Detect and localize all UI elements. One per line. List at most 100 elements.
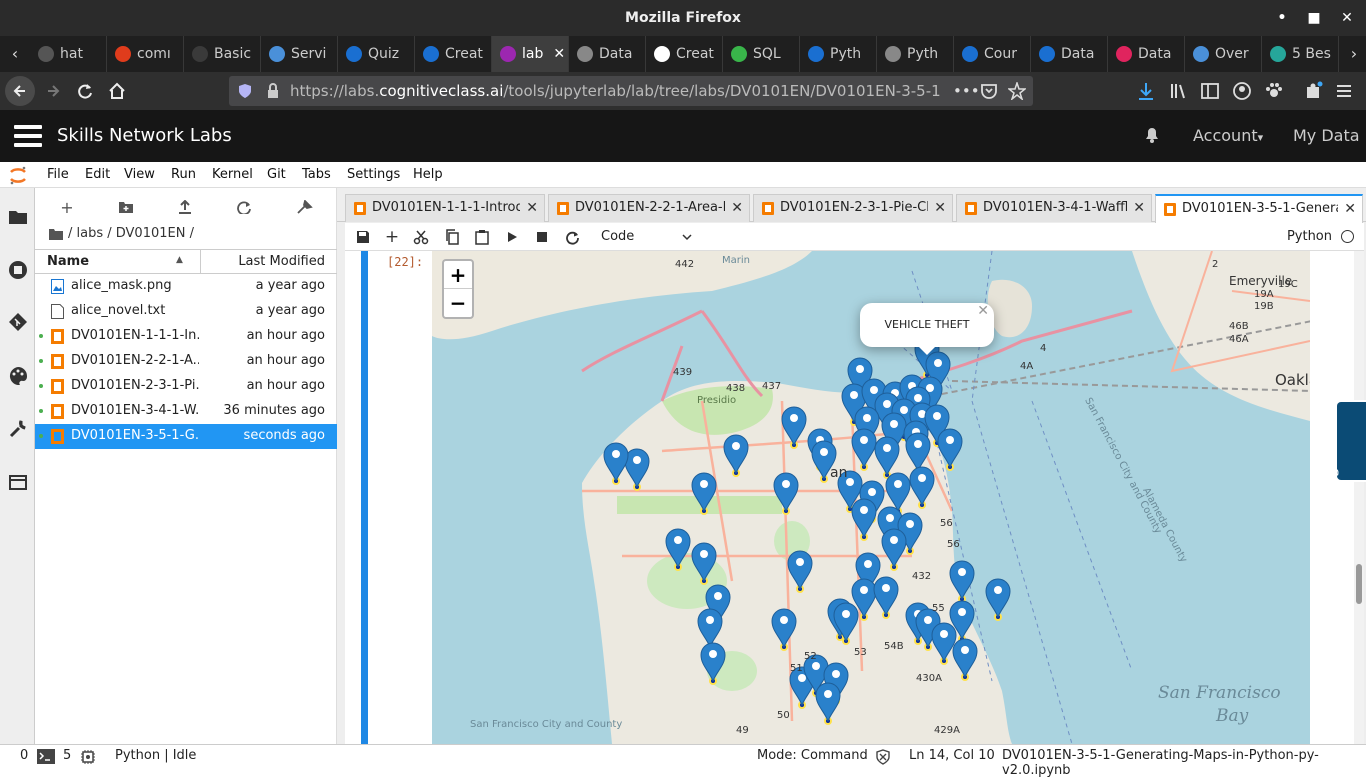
kernel-name[interactable]: Python bbox=[1287, 229, 1332, 244]
map-marker-icon[interactable] bbox=[814, 681, 842, 725]
close-tab-button[interactable]: ✕ bbox=[1344, 196, 1356, 222]
refresh-icon[interactable] bbox=[233, 200, 255, 214]
restart-icon[interactable] bbox=[564, 229, 580, 245]
terminal-count[interactable]: 0 bbox=[20, 748, 28, 763]
minimize-button[interactable]: • bbox=[1271, 0, 1293, 36]
menu-settings[interactable]: Settings bbox=[347, 162, 400, 188]
downloads-icon[interactable] bbox=[1136, 81, 1156, 101]
close-tab-button[interactable]: ✕ bbox=[1133, 195, 1145, 221]
folder-icon[interactable] bbox=[49, 228, 63, 240]
map-marker-icon[interactable] bbox=[780, 405, 808, 449]
menu-view[interactable]: View bbox=[124, 162, 155, 188]
extension-paw-icon[interactable] bbox=[1264, 81, 1284, 101]
add-cell-button[interactable]: + bbox=[384, 229, 400, 246]
close-tab-button[interactable]: ✕ bbox=[526, 195, 538, 221]
file-row[interactable]: DV0101EN-1-1-1-In... an hour ago bbox=[35, 324, 337, 349]
menu-kernel[interactable]: Kernel bbox=[212, 162, 253, 188]
account-menu[interactable]: Account▾ bbox=[1193, 110, 1263, 164]
palette-icon[interactable] bbox=[8, 366, 28, 386]
map-marker-icon[interactable] bbox=[690, 471, 718, 515]
shield-icon[interactable] bbox=[237, 83, 253, 99]
lock-icon[interactable] bbox=[266, 83, 280, 99]
kernel-status[interactable]: Python | Idle bbox=[115, 748, 196, 763]
browser-tab[interactable]: comı bbox=[107, 36, 184, 72]
browser-tab[interactable]: 5 Bes bbox=[1262, 36, 1339, 72]
notebook-tab[interactable]: DV0101EN-1-1-1-Introduc ✕ bbox=[345, 194, 545, 222]
copy-icon[interactable] bbox=[444, 229, 460, 245]
close-tab-button[interactable]: ✕ bbox=[553, 46, 565, 62]
map-marker-icon[interactable] bbox=[948, 559, 976, 603]
map-marker-icon[interactable] bbox=[690, 541, 718, 585]
menu-file[interactable]: File bbox=[47, 162, 69, 188]
back-button[interactable] bbox=[5, 76, 35, 106]
paste-icon[interactable] bbox=[474, 229, 490, 245]
notebook-tab[interactable]: DV0101EN-2-2-1-Area-Pl ✕ bbox=[548, 194, 750, 222]
close-tab-button[interactable]: ✕ bbox=[731, 195, 743, 221]
browser-tab[interactable]: Quiz bbox=[338, 36, 415, 72]
browser-tab[interactable]: Pyth bbox=[800, 36, 877, 72]
browser-tab[interactable]: Basic bbox=[184, 36, 261, 72]
scrollbar-thumb[interactable] bbox=[1356, 564, 1362, 604]
map-marker-icon[interactable] bbox=[699, 641, 727, 685]
browser-tab[interactable]: SQL bbox=[723, 36, 800, 72]
menu-run[interactable]: Run bbox=[171, 162, 196, 188]
map-marker-icon[interactable] bbox=[936, 427, 964, 471]
file-row[interactable]: DV0101EN-3-4-1-W... 36 minutes ago bbox=[35, 399, 337, 424]
tabs-icon[interactable] bbox=[8, 472, 28, 492]
save-icon[interactable] bbox=[355, 229, 371, 245]
browser-tab[interactable]: Data bbox=[569, 36, 646, 72]
pocket-icon[interactable] bbox=[980, 82, 998, 100]
cursor-position[interactable]: Ln 14, Col 10 bbox=[909, 748, 995, 763]
zoom-out-button[interactable]: − bbox=[444, 289, 472, 317]
notification-bell-icon[interactable] bbox=[1142, 124, 1162, 144]
browser-tab[interactable]: Over bbox=[1185, 36, 1262, 72]
map-marker-icon[interactable] bbox=[908, 465, 936, 509]
menu-edit[interactable]: Edit bbox=[85, 162, 110, 188]
menu-git[interactable]: Git bbox=[267, 162, 286, 188]
tab-scroll-right-button[interactable]: › bbox=[1339, 36, 1366, 72]
map-marker-icon[interactable] bbox=[772, 471, 800, 515]
map-marker-icon[interactable] bbox=[770, 607, 798, 651]
menu-icon[interactable] bbox=[1334, 81, 1354, 101]
reload-button[interactable] bbox=[70, 76, 100, 106]
running-sessions-icon[interactable] bbox=[8, 260, 28, 280]
name-column-header[interactable]: Name bbox=[47, 254, 89, 269]
trusted-shield-icon[interactable] bbox=[875, 749, 891, 765]
wrench-icon[interactable] bbox=[8, 419, 28, 439]
upload-icon[interactable] bbox=[174, 200, 196, 214]
run-icon[interactable] bbox=[504, 229, 520, 245]
my-data-link[interactable]: My Data bbox=[1293, 110, 1360, 162]
browser-tab[interactable]: Cour bbox=[954, 36, 1031, 72]
map-marker-icon[interactable] bbox=[832, 601, 860, 645]
zoom-in-button[interactable]: + bbox=[444, 261, 472, 289]
forward-button[interactable] bbox=[38, 76, 68, 106]
support-tab[interactable]: Support bbox=[1324, 400, 1366, 523]
home-button[interactable] bbox=[102, 76, 132, 106]
modified-column-header[interactable]: Last Modified bbox=[238, 254, 325, 269]
bookmark-star-icon[interactable] bbox=[1008, 82, 1026, 100]
map-marker-icon[interactable] bbox=[664, 527, 692, 571]
map-marker-icon[interactable] bbox=[880, 527, 908, 571]
new-folder-icon[interactable] bbox=[115, 200, 137, 214]
extensions-puzzle-icon[interactable] bbox=[1304, 81, 1324, 101]
map-marker-icon[interactable] bbox=[872, 575, 900, 619]
breadcrumb-path[interactable]: / labs / DV0101EN / bbox=[68, 226, 194, 241]
file-row[interactable]: DV0101EN-2-2-1-A... an hour ago bbox=[35, 349, 337, 374]
map-marker-icon[interactable] bbox=[850, 497, 878, 541]
close-window-button[interactable]: ✕ bbox=[1336, 0, 1358, 36]
menu-tabs[interactable]: Tabs bbox=[302, 162, 331, 188]
browser-tab[interactable]: Pyth bbox=[877, 36, 954, 72]
account-icon[interactable] bbox=[1232, 81, 1252, 101]
git-icon[interactable] bbox=[8, 312, 28, 332]
browser-tab[interactable]: Creat bbox=[646, 36, 723, 72]
menu-help[interactable]: Help bbox=[413, 162, 443, 188]
map-marker-icon[interactable] bbox=[602, 441, 630, 485]
sidebar-icon[interactable] bbox=[1200, 81, 1220, 101]
notebook-tab[interactable]: DV0101EN-2-3-1-Pie-Cha ✕ bbox=[753, 194, 953, 222]
file-row[interactable]: alice_novel.txt a year ago bbox=[35, 299, 337, 324]
file-row[interactable]: DV0101EN-2-3-1-Pi... an hour ago bbox=[35, 374, 337, 399]
library-icon[interactable] bbox=[1169, 81, 1189, 101]
browser-tab[interactable]: Creat bbox=[415, 36, 492, 72]
cell-type-select[interactable]: Code bbox=[601, 228, 693, 246]
git-clone-icon[interactable] bbox=[293, 200, 315, 214]
